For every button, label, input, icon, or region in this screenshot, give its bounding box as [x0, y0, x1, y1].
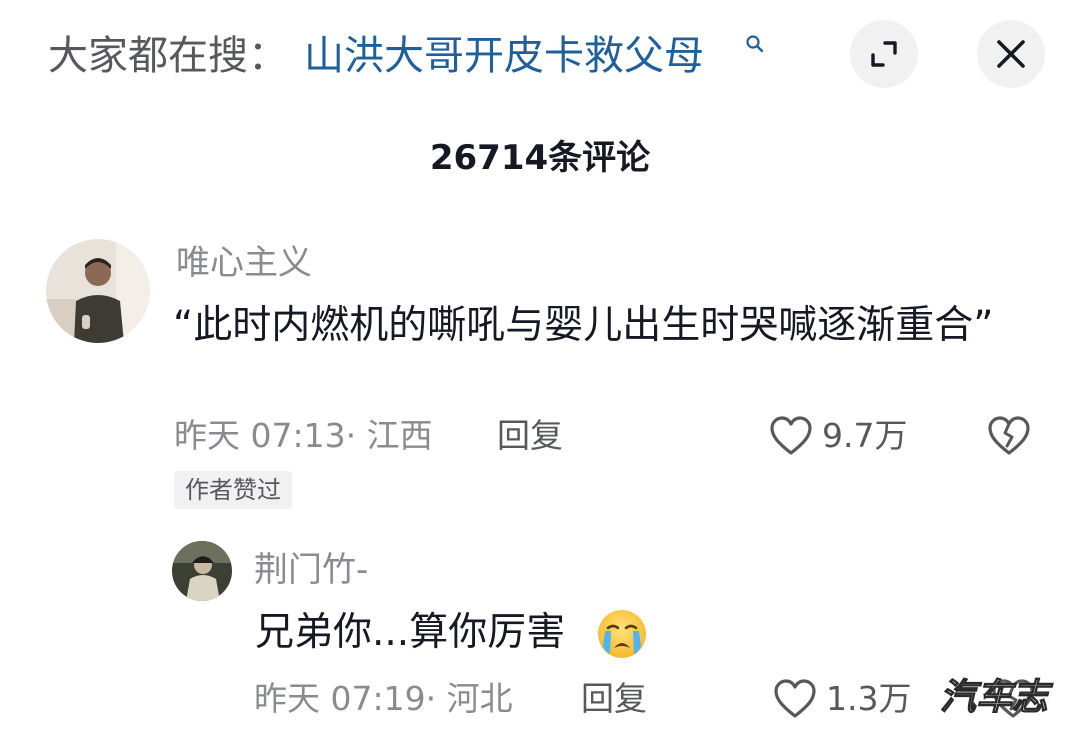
search-icon[interactable]	[745, 34, 765, 54]
comment-date: 昨天 07:13	[174, 416, 346, 455]
reply-time: 昨天 07:19· 河北	[254, 677, 513, 721]
close-icon	[997, 40, 1025, 68]
comment-text: “此时内燃机的嘶吼与婴儿出生时哭喊逐渐重合”	[173, 303, 994, 348]
avatar[interactable]	[46, 239, 150, 343]
watermark: 汽车志	[939, 676, 1049, 718]
dislike-broken-heart-icon[interactable]	[986, 415, 1032, 457]
reply-text-line: 兄弟你...算你厉害	[255, 607, 565, 658]
reply-like-count: 1.3万	[826, 679, 912, 718]
reply-text: 兄弟你...算你厉害	[255, 610, 566, 655]
reply-username[interactable]: 荆门竹-	[254, 548, 368, 592]
crying-face-emoji	[596, 608, 648, 660]
expand-icon	[871, 41, 897, 67]
comment-location: · 江西	[345, 416, 433, 455]
reply-avatar[interactable]	[172, 541, 232, 601]
search-hint-prefix: 大家都在搜：	[48, 33, 288, 79]
reply-location: · 河北	[425, 679, 513, 718]
reply-like-heart-icon[interactable]	[772, 678, 818, 720]
reply-to-reply-button[interactable]: 回复	[581, 677, 647, 721]
reply-button[interactable]: 回复	[497, 414, 563, 458]
reply-date: 昨天 07:19	[254, 679, 426, 718]
comment-count-title: 26714条评论	[429, 138, 651, 178]
like-count: 9.7万	[822, 416, 908, 455]
close-button[interactable]	[977, 20, 1045, 88]
like-heart-icon[interactable]	[768, 415, 814, 457]
comment-time: 昨天 07:13· 江西	[174, 414, 433, 458]
search-hint-term[interactable]: 山洪大哥开皮卡救父母	[304, 30, 704, 82]
expand-button[interactable]	[850, 20, 918, 88]
comment-username[interactable]: 唯心主义	[176, 241, 312, 285]
author-liked-tag: 作者赞过	[174, 471, 292, 509]
